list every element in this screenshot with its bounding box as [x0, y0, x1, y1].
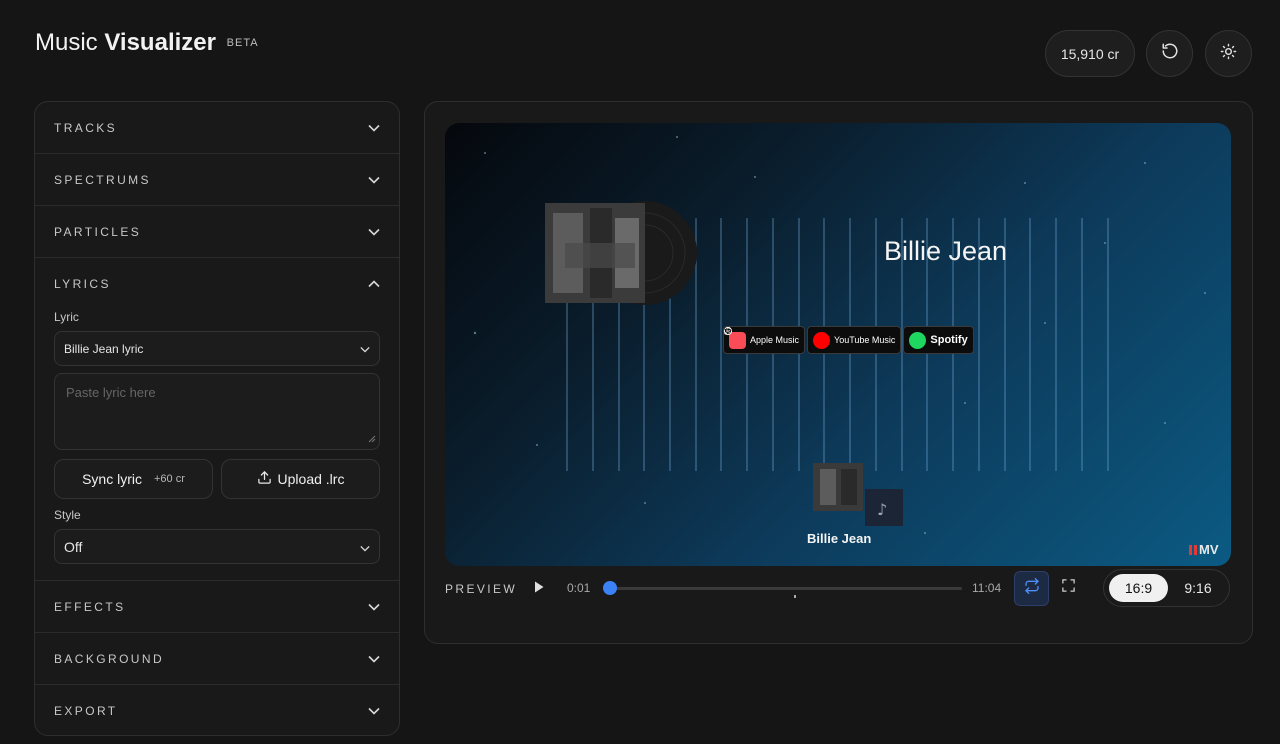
- beta-badge: BETA: [226, 37, 259, 49]
- chevron-down-icon: [368, 702, 380, 720]
- aspect-9-16-option[interactable]: 9:16: [1170, 574, 1226, 602]
- section-lyrics[interactable]: LYRICS: [35, 258, 399, 310]
- credits-button[interactable]: 15,910 cr: [1045, 30, 1135, 77]
- lyric-select-value: Billie Jean lyric: [64, 341, 144, 356]
- chevron-down-icon: [360, 539, 370, 555]
- play-button[interactable]: [533, 580, 545, 599]
- progress-marker: [794, 595, 796, 598]
- chevron-up-icon: [368, 275, 380, 293]
- svg-text:♪: ♪: [877, 500, 887, 519]
- sun-icon: [1220, 43, 1237, 65]
- upload-lrc-button[interactable]: Upload .lrc: [221, 459, 380, 499]
- style-select-value: Off: [64, 538, 83, 555]
- progress-track[interactable]: [608, 587, 962, 590]
- settings-panel: TRACKS SPECTRUMS PARTICLES LYRICS Lyric …: [34, 101, 400, 736]
- streaming-badges: Apple Music YouTube Music Spotify: [723, 326, 974, 354]
- section-label: EXPORT: [54, 704, 118, 718]
- play-icon: [533, 581, 545, 598]
- reset-button[interactable]: [1146, 30, 1193, 77]
- reset-icon: [1161, 42, 1179, 65]
- playback-controls: PREVIEW 0:01 11:04 16:9 9:16: [445, 569, 1231, 607]
- youtube-music-label: YouTube Music: [834, 335, 896, 345]
- mv-logo: MV: [1189, 542, 1219, 557]
- apple-music-label: Apple Music: [750, 335, 800, 345]
- duration: 11:04: [972, 581, 1002, 595]
- theme-toggle-button[interactable]: [1205, 30, 1252, 77]
- sync-lyric-button[interactable]: Sync lyric +60 cr: [54, 459, 213, 499]
- resize-handle-icon[interactable]: [368, 431, 376, 446]
- lyric-label: Lyric: [54, 310, 79, 324]
- lyric-textarea-placeholder: Paste lyric here: [66, 385, 156, 400]
- lyric-select[interactable]: Billie Jean lyric: [54, 331, 380, 366]
- section-effects[interactable]: EFFECTS: [35, 581, 399, 633]
- mini-song-title: Billie Jean: [807, 531, 872, 546]
- spotify-icon: [724, 328, 927, 349]
- upload-lrc-label: Upload .lrc: [277, 471, 345, 487]
- preview-panel: ♪ Billie Jean Apple Music YouTube Music …: [424, 101, 1253, 644]
- aspect-16-9-option[interactable]: 16:9: [1109, 574, 1168, 602]
- chevron-down-icon: [368, 171, 380, 189]
- upload-icon: [257, 470, 272, 488]
- chevron-down-icon: [368, 650, 380, 668]
- style-label: Style: [54, 508, 81, 522]
- title-light: Music: [35, 29, 98, 56]
- app-title: Music Visualizer BETA: [35, 29, 259, 57]
- chevron-down-icon: [368, 223, 380, 241]
- section-label: EFFECTS: [54, 599, 126, 614]
- section-spectrums[interactable]: SPECTRUMS: [35, 154, 399, 206]
- title-bold: Visualizer: [104, 29, 216, 56]
- section-label: TRACKS: [54, 120, 118, 135]
- mv-logo-text: MV: [1199, 542, 1219, 557]
- section-background[interactable]: BACKGROUND: [35, 633, 399, 685]
- lyric-actions: Sync lyric +60 cr Upload .lrc: [54, 459, 380, 499]
- section-label: PARTICLES: [54, 224, 142, 239]
- section-tracks[interactable]: TRACKS: [35, 102, 399, 154]
- sync-lyric-cost: +60 cr: [154, 473, 185, 485]
- song-title: Billie Jean: [884, 236, 1008, 266]
- section-export[interactable]: EXPORT: [35, 685, 399, 735]
- sync-lyric-label: Sync lyric: [82, 471, 142, 487]
- youtube-music-badge[interactable]: YouTube Music: [723, 326, 902, 354]
- youtube-music-icon: [723, 326, 831, 349]
- spotify-badge[interactable]: Spotify: [724, 326, 974, 354]
- progress-knob[interactable]: [602, 581, 617, 595]
- lyric-textarea[interactable]: Paste lyric here: [54, 373, 380, 450]
- loop-button[interactable]: [1014, 571, 1049, 606]
- current-time: 0:01: [567, 581, 591, 595]
- section-label: SPECTRUMS: [54, 172, 151, 187]
- spotify-label: Spotify: [930, 334, 968, 346]
- chevron-down-icon: [368, 598, 380, 616]
- preview-label: PREVIEW: [445, 582, 518, 596]
- chevron-down-icon: [360, 342, 370, 356]
- section-particles[interactable]: PARTICLES: [35, 206, 399, 258]
- section-label: LYRICS: [54, 277, 111, 291]
- section-label: BACKGROUND: [54, 651, 165, 666]
- style-select[interactable]: Off: [54, 529, 380, 564]
- aspect-ratio-toggle: 16:9 9:16: [1103, 569, 1230, 607]
- loop-icon: [1024, 578, 1040, 599]
- visualizer-canvas[interactable]: ♪ Billie Jean Apple Music YouTube Music …: [445, 123, 1231, 566]
- lyrics-body: Lyric Billie Jean lyric Paste lyric here…: [35, 310, 399, 581]
- apple-music-badge[interactable]: Apple Music: [723, 326, 806, 354]
- chevron-down-icon: [368, 119, 380, 137]
- fullscreen-button[interactable]: [1061, 578, 1076, 598]
- fullscreen-icon: [1061, 579, 1076, 597]
